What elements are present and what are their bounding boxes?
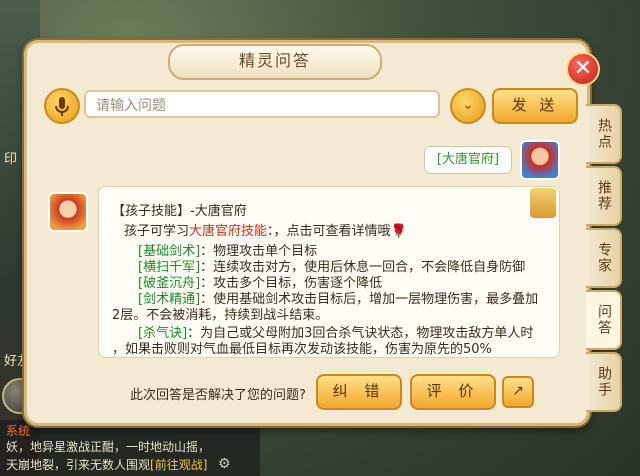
rate-button[interactable]: 评 价: [410, 374, 496, 410]
watch-battle-link[interactable]: [前往观战]: [150, 458, 207, 472]
dialog-title: 精灵问答: [168, 44, 382, 80]
chat-line-1: 妖，地异星激战正酣，一时地动山摇，: [6, 440, 211, 454]
tab-expert[interactable]: 专家: [586, 228, 622, 288]
skill-row-continued: ，如果击败则对气血最低目标再次发动该技能，伤害为原先的50%: [112, 342, 492, 357]
tab-recommend[interactable]: 推荐: [586, 166, 622, 226]
skill-link[interactable]: 大唐官府技能: [189, 224, 267, 239]
close-button[interactable]: ✕: [566, 52, 600, 86]
answer-heading: 【孩子技能】-大唐官府: [112, 204, 247, 219]
feedback-question: 此次回答是否解决了您的问题?: [130, 388, 306, 403]
rose-icon: 🌹: [390, 224, 407, 239]
user-avatar: [520, 140, 560, 180]
gear-icon[interactable]: ⚙: [218, 456, 231, 472]
microphone-icon[interactable]: [44, 88, 80, 124]
left-label-stamp: 印: [4, 152, 18, 167]
share-icon[interactable]: ↗: [502, 376, 534, 408]
chat-line-2: 天崩地裂，引来无数人围观[前往观战]: [6, 458, 208, 472]
answer-intro: 孩子可学习大唐官府技能：，点击可查看详情哦🌹: [124, 224, 407, 239]
bookmark-icon[interactable]: [530, 188, 556, 218]
tab-qa[interactable]: 问答: [586, 290, 622, 350]
user-message: [大唐官府]: [424, 146, 512, 174]
spirit-avatar: [48, 192, 88, 232]
tab-assistant[interactable]: 助手: [586, 352, 622, 412]
skill-row-continued: 2层。不会被消耗，持续到战斗结束。: [112, 308, 329, 323]
tab-hot[interactable]: 热点: [586, 104, 622, 164]
chevron-down-icon[interactable]: ⌄: [450, 88, 486, 124]
report-error-button[interactable]: 纠 错: [316, 374, 402, 410]
question-input[interactable]: 请输入问题: [84, 90, 440, 118]
system-tag: 系统: [6, 424, 31, 438]
send-button[interactable]: 发 送: [492, 88, 578, 124]
